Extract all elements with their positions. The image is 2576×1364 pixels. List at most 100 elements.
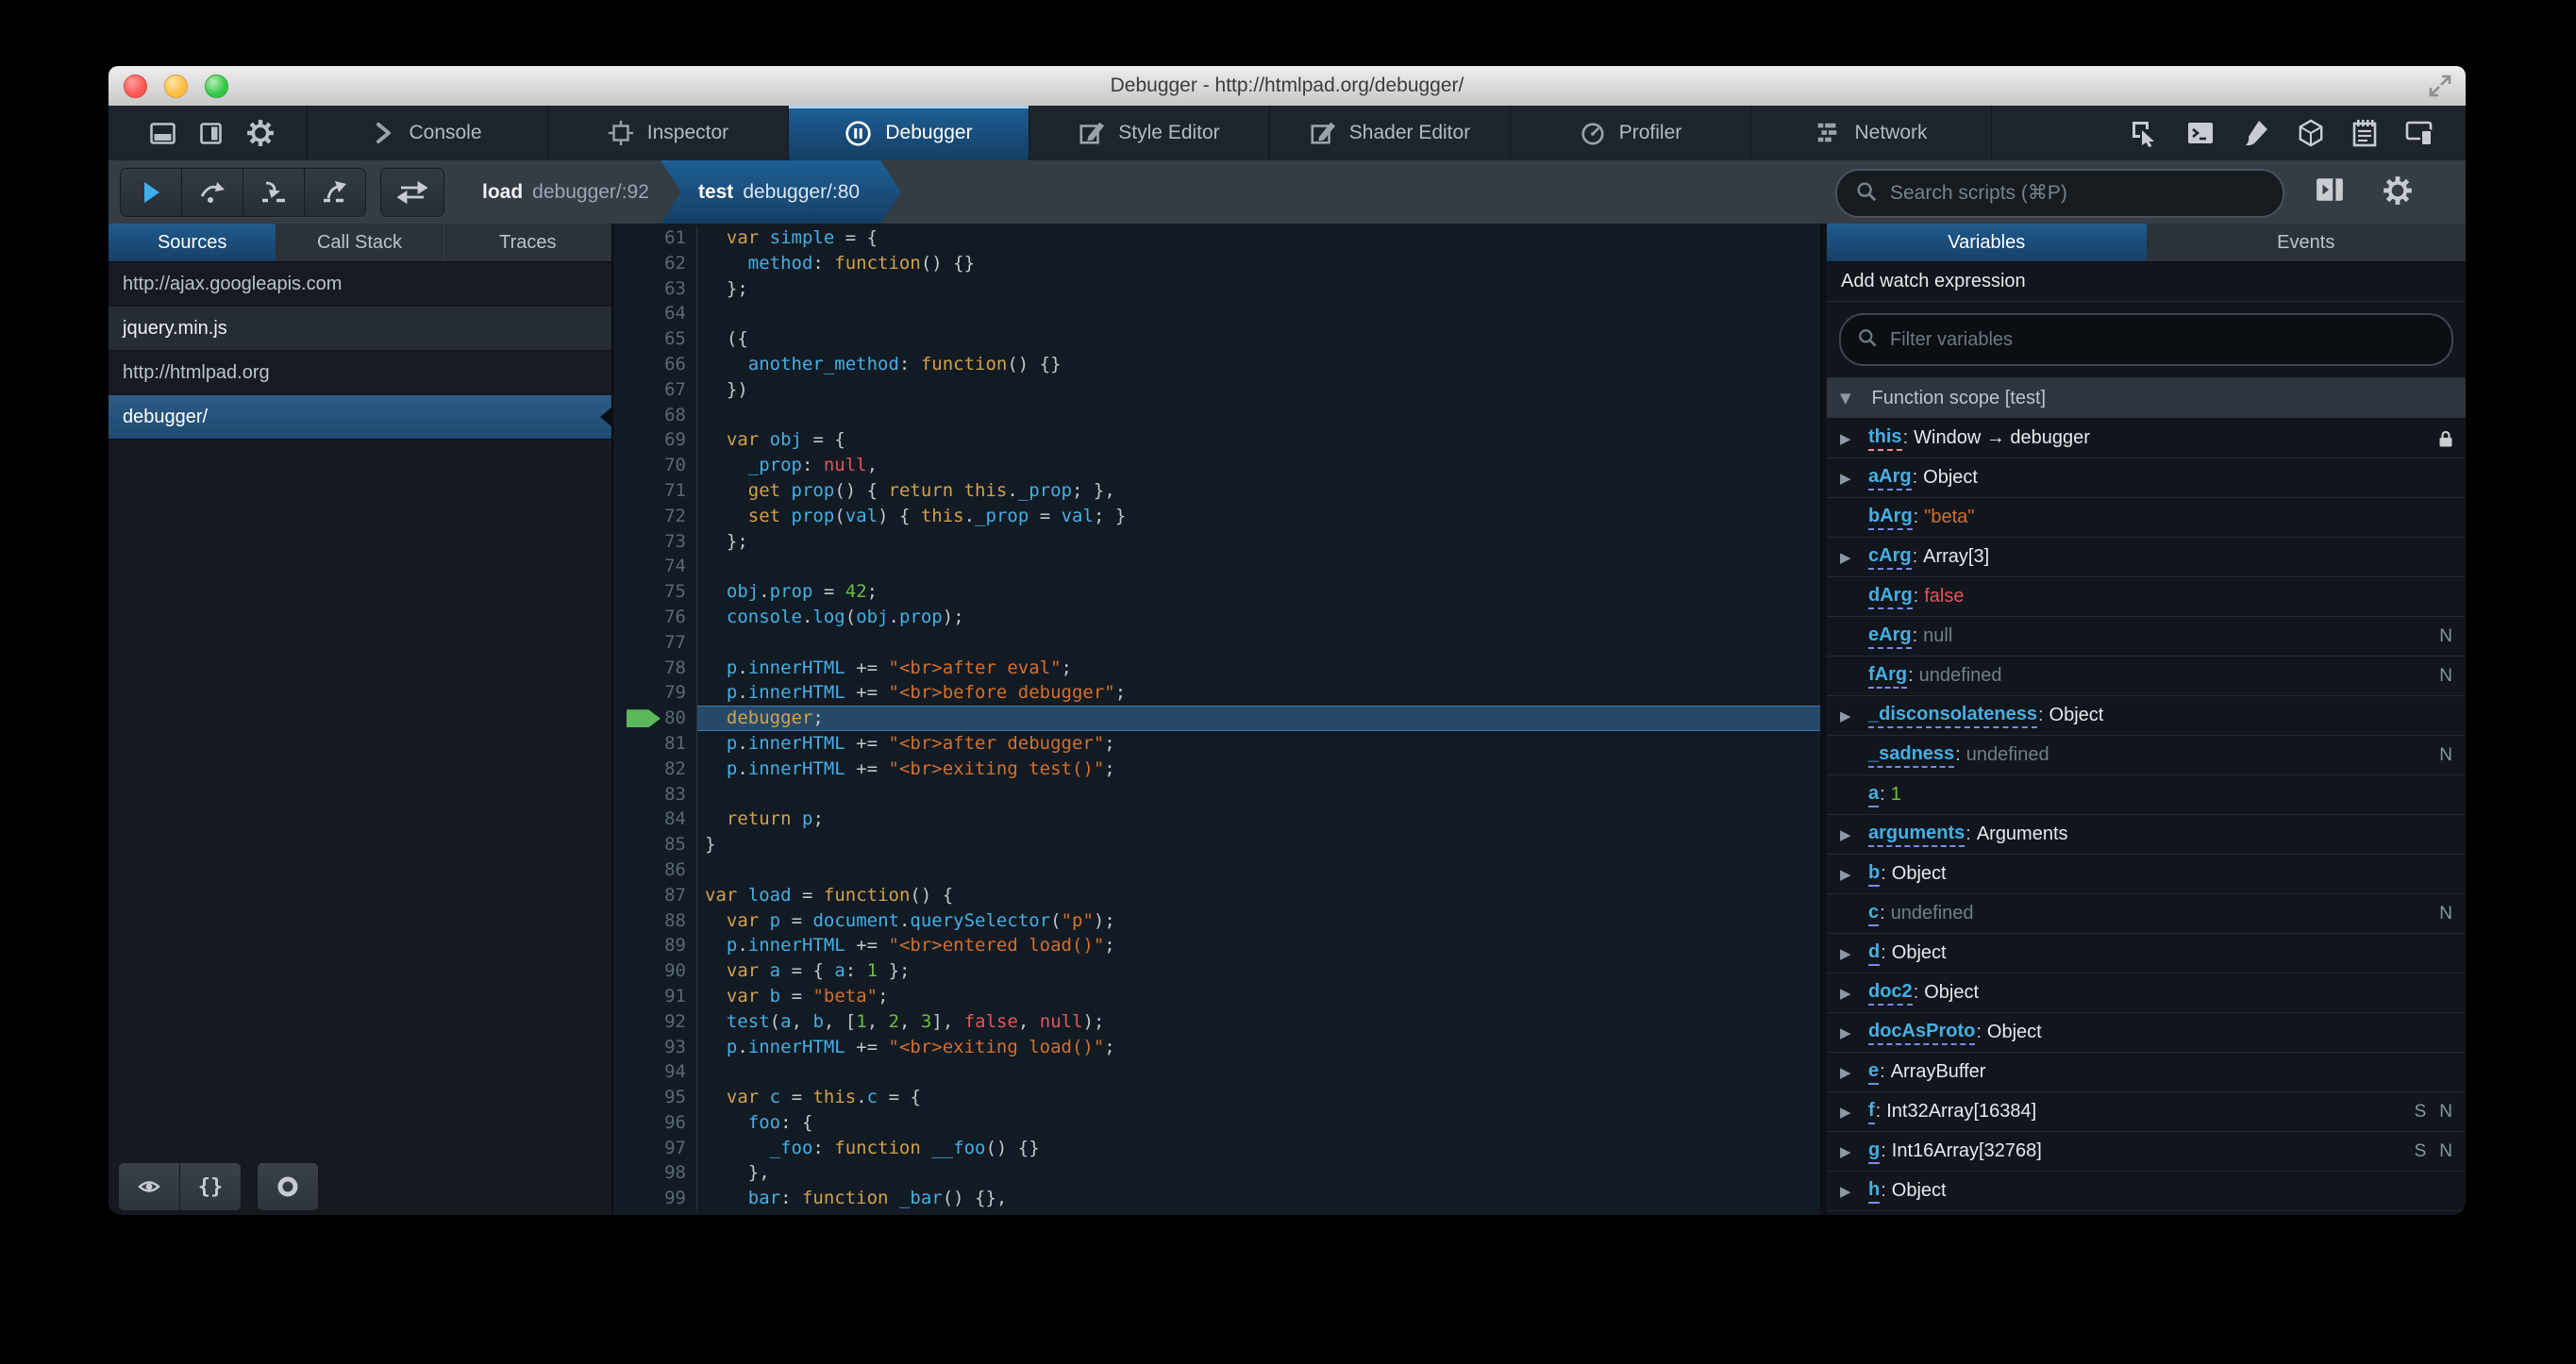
line-number[interactable]: 69 [613, 427, 697, 454]
tab-profiler[interactable]: Profiler [1511, 106, 1751, 160]
line-number[interactable]: 89 [613, 933, 697, 959]
variable-row-aarg[interactable]: ▶ aArg: Object [1827, 458, 2466, 498]
tab-events[interactable]: Events [2147, 224, 2467, 261]
tab-variables[interactable]: Variables [1827, 224, 2147, 261]
source-http-htmlpad-org[interactable]: http://htmlpad.org [109, 351, 611, 395]
chevron-right-icon[interactable]: ▶ [1840, 470, 1868, 487]
chevron-right-icon[interactable]: ▶ [1840, 1143, 1868, 1160]
line-number[interactable]: 95 [613, 1085, 697, 1110]
line-number[interactable]: 98 [613, 1160, 697, 1187]
variable-row-barg[interactable]: bArg: "beta" [1827, 498, 2466, 538]
chevron-right-icon[interactable]: ▶ [1840, 707, 1868, 724]
toggle-breakpoints-button[interactable] [257, 1162, 319, 1211]
variable-row-a[interactable]: a:1 [1827, 775, 2466, 815]
pick-element-icon[interactable] [2130, 119, 2158, 147]
variable-row-doc2[interactable]: ▶ doc2: Object [1827, 973, 2466, 1013]
line-number[interactable]: 61 [613, 225, 697, 251]
chevron-right-icon[interactable]: ▶ [1840, 1104, 1868, 1121]
variable-row-e[interactable]: ▶ e: ArrayBuffer [1827, 1053, 2466, 1092]
stack-frame-load[interactable]: load debugger/:92 [475, 160, 657, 224]
tab-style-editor[interactable]: Style Editor [1029, 106, 1270, 160]
panel-toggle-button[interactable] [2315, 175, 2345, 204]
line-number[interactable]: 91 [613, 983, 697, 1009]
line-number[interactable]: 90 [613, 958, 697, 984]
line-number[interactable]: 88 [613, 907, 697, 934]
tab-traces[interactable]: Traces [444, 224, 611, 261]
source-http-ajax-googleapis-com[interactable]: http://ajax.googleapis.com [109, 262, 611, 307]
source-jquery-min-js[interactable]: jquery.min.js [109, 307, 611, 351]
line-number[interactable]: 93 [613, 1034, 697, 1060]
dock-bottom-icon[interactable] [150, 122, 176, 144]
variable-row-farg[interactable]: fArg: undefined N [1827, 657, 2466, 696]
tilt-3d-icon[interactable] [2298, 119, 2324, 147]
variable-row-earg[interactable]: eArg: null N [1827, 617, 2466, 657]
debugger-options-gear-icon[interactable] [2383, 175, 2413, 206]
step-in-button[interactable] [243, 169, 305, 216]
line-number[interactable]: 76 [613, 604, 697, 630]
tab-sources[interactable]: Sources [109, 224, 276, 261]
line-number[interactable]: 82 [613, 756, 697, 782]
resize-grip-icon[interactable] [2428, 74, 2452, 103]
variable-row-carg[interactable]: ▶ cArg: Array[3] [1827, 538, 2466, 577]
line-number[interactable]: 70 [613, 453, 697, 478]
line-number[interactable]: 64 [613, 301, 697, 327]
chevron-right-icon[interactable]: ▶ [1840, 430, 1868, 447]
line-number[interactable]: 78 [613, 655, 697, 681]
line-number[interactable]: 99 [613, 1186, 697, 1212]
line-number[interactable]: 87 [613, 882, 697, 908]
variable-row-g[interactable]: ▶ g: Int16Array[32768] S N [1827, 1132, 2466, 1172]
chevron-right-icon[interactable]: ▶ [1840, 826, 1868, 843]
split-console-icon[interactable] [2186, 120, 2215, 146]
line-number[interactable]: 66 [613, 351, 697, 377]
chevron-right-icon[interactable]: ▶ [1840, 945, 1868, 962]
line-number[interactable]: 67 [613, 376, 697, 403]
variable-row--disconsolateness[interactable]: ▶ _disconsolateness: Object [1827, 696, 2466, 736]
line-number[interactable]: 77 [613, 629, 697, 656]
responsive-mode-icon[interactable] [2405, 119, 2434, 147]
stack-frame-test[interactable]: test debugger/:80 [661, 160, 901, 224]
variable-row-f[interactable]: ▶ f: Int32Array[16384] S N [1827, 1092, 2466, 1132]
line-number[interactable]: 96 [613, 1109, 697, 1136]
line-number[interactable]: 83 [613, 781, 697, 807]
paintbrush-icon[interactable] [2243, 119, 2269, 147]
variable-row--sadness[interactable]: _sadness: undefined N [1827, 736, 2466, 775]
line-number[interactable]: 85 [613, 832, 697, 857]
line-number[interactable]: 94 [613, 1059, 697, 1086]
line-number[interactable]: 65 [613, 326, 697, 352]
pretty-print-button[interactable]: {} [180, 1163, 241, 1210]
search-scripts-input[interactable] [1888, 181, 2266, 206]
tab-debugger[interactable]: Debugger [789, 106, 1029, 160]
line-number[interactable]: 63 [613, 275, 697, 302]
line-number[interactable]: 92 [613, 1008, 697, 1035]
chevron-right-icon[interactable]: ▶ [1840, 549, 1868, 566]
variable-row-darg[interactable]: dArg: false [1827, 577, 2466, 617]
step-out-button[interactable] [305, 169, 365, 216]
line-number[interactable]: 75 [613, 579, 697, 605]
line-number[interactable]: 73 [613, 528, 697, 555]
scope-header[interactable]: ▼ Function scope [test] [1827, 378, 2466, 419]
variable-row-c[interactable]: c: undefined N [1827, 894, 2466, 934]
variable-row-d[interactable]: ▶ d: Object [1827, 934, 2466, 973]
line-number[interactable]: 72 [613, 503, 697, 529]
tab-console[interactable]: Console [308, 106, 548, 160]
chevron-right-icon[interactable]: ▶ [1840, 1064, 1868, 1081]
line-number[interactable]: 68 [613, 402, 697, 428]
tab-shader-editor[interactable]: Shader Editor [1270, 106, 1511, 160]
tab-network[interactable]: Network [1751, 106, 1992, 160]
toggle-panes-button[interactable] [380, 168, 444, 217]
step-over-button[interactable] [182, 169, 243, 216]
source-debugger-[interactable]: debugger/ [109, 395, 611, 440]
chevron-right-icon[interactable]: ▶ [1840, 866, 1868, 883]
line-number[interactable]: 84 [613, 807, 697, 833]
chevron-right-icon[interactable]: ▶ [1840, 1183, 1868, 1200]
line-number[interactable]: 81 [613, 730, 697, 757]
resume-button[interactable] [121, 169, 182, 216]
line-number[interactable]: 71 [613, 477, 697, 504]
options-gear-icon[interactable] [246, 119, 275, 147]
variable-row-docasproto[interactable]: ▶ docAsProto: Object [1827, 1013, 2466, 1053]
filter-variables-input[interactable] [1888, 327, 2436, 352]
blackbox-button[interactable] [119, 1163, 180, 1210]
line-number[interactable]: 97 [613, 1135, 697, 1161]
variable-row-arguments[interactable]: ▶ arguments: Arguments [1827, 815, 2466, 855]
variable-row-b[interactable]: ▶ b: Object [1827, 855, 2466, 894]
